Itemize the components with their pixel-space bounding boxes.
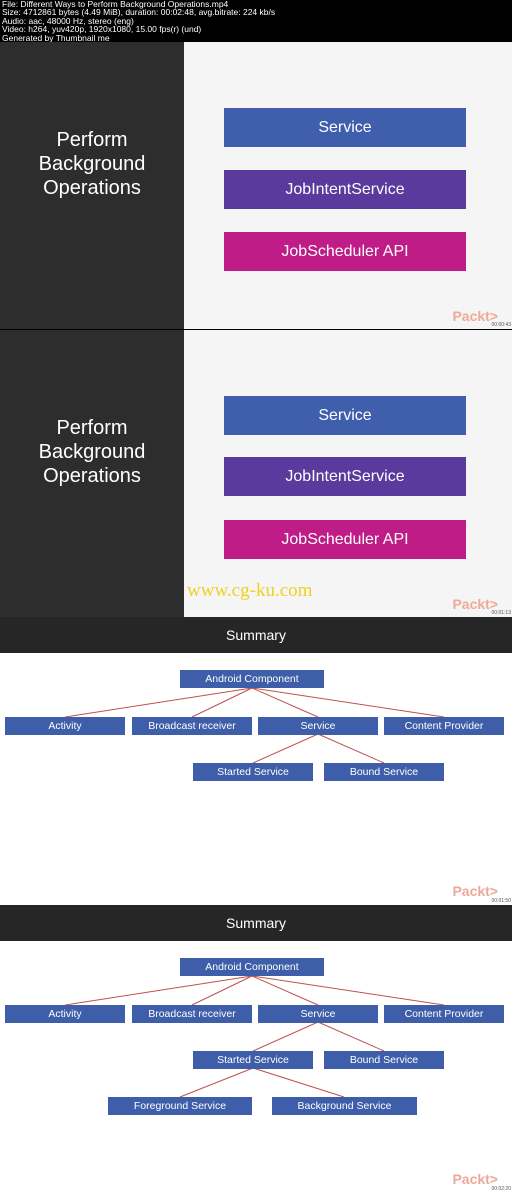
node-bound-service: Bound Service [324, 1051, 444, 1069]
option-jobscheduler: JobScheduler API [224, 232, 466, 271]
packt-logo: Packt> [452, 883, 498, 899]
node-service: Service [258, 1005, 378, 1023]
slide-left-panel: Perform Background Operations [0, 330, 184, 617]
node-activity: Activity [5, 1005, 125, 1023]
option-service: Service [224, 396, 466, 435]
slide-left-panel: Perform Background Operations [0, 42, 184, 329]
slide-title: Perform Background Operations [0, 128, 184, 200]
title-line: Operations [43, 177, 141, 199]
node-broadcast-receiver: Broadcast receiver [132, 717, 252, 735]
title-line: Background [38, 153, 146, 175]
option-jobscheduler: JobScheduler API [224, 520, 466, 559]
thumbnail-frame-1: Perform Background Operations Service JobI… [0, 42, 512, 329]
slide-title: Perform Background Operations [0, 416, 184, 488]
node-activity: Activity [5, 717, 125, 735]
timestamp: 00:01:13 [491, 610, 511, 616]
node-service: Service [258, 717, 378, 735]
node-bound-service: Bound Service [324, 763, 444, 781]
node-foreground-service: Foreground Service [108, 1097, 252, 1115]
timestamp: 00:01:50 [491, 898, 511, 904]
diagram-connectors [64, 687, 445, 764]
title-line: Perform [56, 129, 128, 151]
diagram-connectors [64, 975, 445, 1098]
node-content-provider: Content Provider [384, 717, 504, 735]
node-content-provider: Content Provider [384, 1005, 504, 1023]
node-background-service: Background Service [272, 1097, 417, 1115]
option-jobintentservice: JobIntentService [224, 457, 466, 496]
video-metadata: File: Different Ways to Perform Backgrou… [2, 0, 275, 42]
timestamp: 00:02:20 [491, 1186, 511, 1192]
title-line: Perform [56, 417, 128, 439]
watermark: www.cg-ku.com [187, 580, 313, 601]
thumbnail-frame-3: Summary Android Component Activity Broad… [0, 617, 512, 905]
thumbnail-frame-2: Perform Background Operations Service JobI… [0, 330, 512, 617]
option-jobintentservice: JobIntentService [224, 170, 466, 209]
title-line: Operations [43, 465, 141, 487]
packt-logo: Packt> [452, 1171, 498, 1187]
node-android-component: Android Component [180, 958, 324, 976]
title-line: Background [38, 441, 146, 463]
meta-line: Generated by Thumbnail me [2, 32, 110, 43]
node-started-service: Started Service [193, 763, 313, 781]
node-android-component: Android Component [180, 670, 324, 688]
node-broadcast-receiver: Broadcast receiver [132, 1005, 252, 1023]
timestamp: 00:00:43 [491, 322, 511, 328]
thumbnail-frame-4: Summary Android Component Activity Broad… [0, 905, 512, 1192]
node-started-service: Started Service [193, 1051, 313, 1069]
option-service: Service [224, 108, 466, 147]
